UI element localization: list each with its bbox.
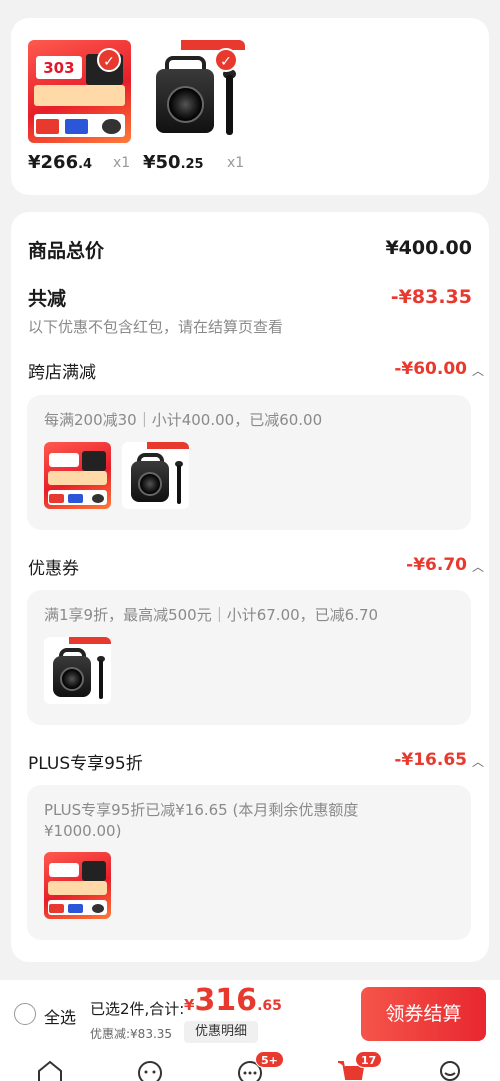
section-label-cross-store: 跨店满减 [28,363,96,383]
checkout-button[interactable]: 领券结算 [361,987,486,1041]
product-qty-1: x1 [113,155,131,171]
select-all-label[interactable]: 全选 [44,1004,76,1028]
cart-badge: 17 [355,1051,383,1068]
cart-icon[interactable]: 17 [335,1051,383,1081]
check-icon: ✓ [214,48,238,72]
message-icon[interactable]: 5+ [235,1051,284,1081]
profile-icon[interactable] [435,1057,465,1081]
product-price-1: ¥266.4 [28,152,93,173]
product-thumb-2-small [122,442,189,509]
discover-icon[interactable] [135,1057,165,1081]
product-price-2: ¥50.25 [143,152,204,173]
section-value-cross-store[interactable]: -¥60.00 [394,359,467,379]
check-icon: ✓ [97,48,121,72]
section-value-plus[interactable]: -¥16.65 [394,750,467,770]
plus-panel: PLUS专享95折已减¥16.65 (本月剩余优惠额度 ¥1000.00) [27,785,471,940]
coupon-detail: 满1享9折，最高减500元｜小计67.00，已减6.70 [44,606,379,624]
select-all-radio[interactable] [14,1003,36,1025]
product-thumb-1-small [44,442,111,509]
tab-bar: 5+ 17 [0,1048,500,1081]
home-icon[interactable] [35,1057,65,1081]
total-value: ¥400.00 [385,237,472,259]
product-thumb-2-small [44,637,111,704]
discount-note: 以下优惠不包含红包，请在结算页查看 [28,318,284,336]
discount-detail-card: 商品总价 ¥400.00 共减 -¥83.35 以下优惠不包含红包，请在结算页查… [11,212,489,962]
discount-label: 共减 [28,288,67,310]
total-label: 商品总价 [28,240,105,262]
chevron-up-icon[interactable]: ︿ [472,362,484,379]
section-value-coupon[interactable]: -¥6.70 [406,555,467,575]
section-label-plus: PLUS专享95折 [28,754,143,774]
product-thumb-label: 303 [36,56,82,80]
coupon-panel: 满1享9折，最高减500元｜小计67.00，已减6.70 [27,590,471,725]
section-label-coupon: 优惠券 [28,559,79,579]
saved-amount: 优惠减:¥83.35 [90,1027,173,1041]
cross-store-detail: 每满200减30｜小计400.00，已减60.00 [44,411,323,429]
plus-detail-line2: ¥1000.00) [44,822,122,840]
product-thumb-1-small [44,852,111,919]
chevron-up-icon[interactable]: ︿ [472,753,484,770]
discount-value: -¥83.35 [390,286,472,308]
message-badge: 5+ [255,1051,284,1068]
chevron-up-icon[interactable]: ︿ [472,558,484,575]
cross-store-panel: 每满200减30｜小计400.00，已减60.00 [27,395,471,530]
selected-info: 已选2件,合计: [90,1000,185,1018]
plus-detail-line1: PLUS专享95折已减¥16.65 (本月剩余优惠额度 [44,801,359,819]
total-price: ¥316.65 [184,983,282,1018]
checkout-bar: 全选 已选2件,合计: ¥316.65 优惠减:¥83.35 优惠明细 领券结算 [0,980,500,1048]
discount-detail-button[interactable]: 优惠明细 [184,1021,258,1043]
product-qty-2: x1 [227,155,245,171]
selected-items-card: 303 ✓ ✓ ¥266.4 x1 ¥50.25 x1 [11,18,489,195]
